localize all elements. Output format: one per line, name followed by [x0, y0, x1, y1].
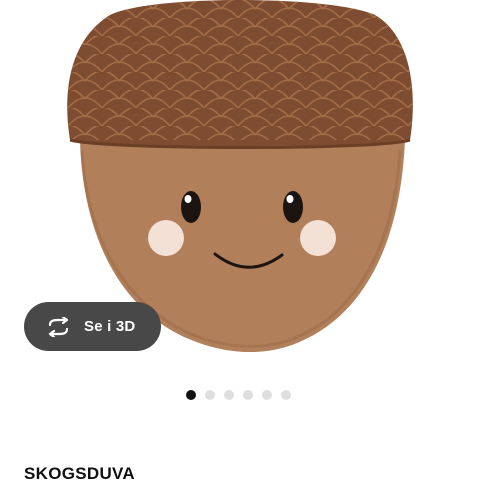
product-page: Se i 3D SKOGSDUVA	[0, 0, 480, 480]
carousel-dot-2[interactable]	[205, 390, 215, 400]
view-in-3d-label: Se i 3D	[84, 318, 136, 335]
carousel-dot-3[interactable]	[224, 390, 234, 400]
carousel-dot-4[interactable]	[243, 390, 253, 400]
carousel-dot-6[interactable]	[281, 390, 291, 400]
right-cheek	[300, 220, 336, 256]
image-carousel-dots	[186, 390, 291, 400]
view-in-3d-button[interactable]: Se i 3D	[24, 302, 161, 351]
carousel-dot-5[interactable]	[262, 390, 272, 400]
acorn-cap	[67, 0, 413, 149]
left-eye	[181, 191, 201, 223]
rotate-3d-icon	[48, 316, 69, 337]
product-name: SKOGSDUVA	[24, 464, 136, 480]
left-cheek	[148, 220, 184, 256]
carousel-dot-1[interactable]	[186, 390, 196, 400]
right-eye	[283, 191, 303, 223]
